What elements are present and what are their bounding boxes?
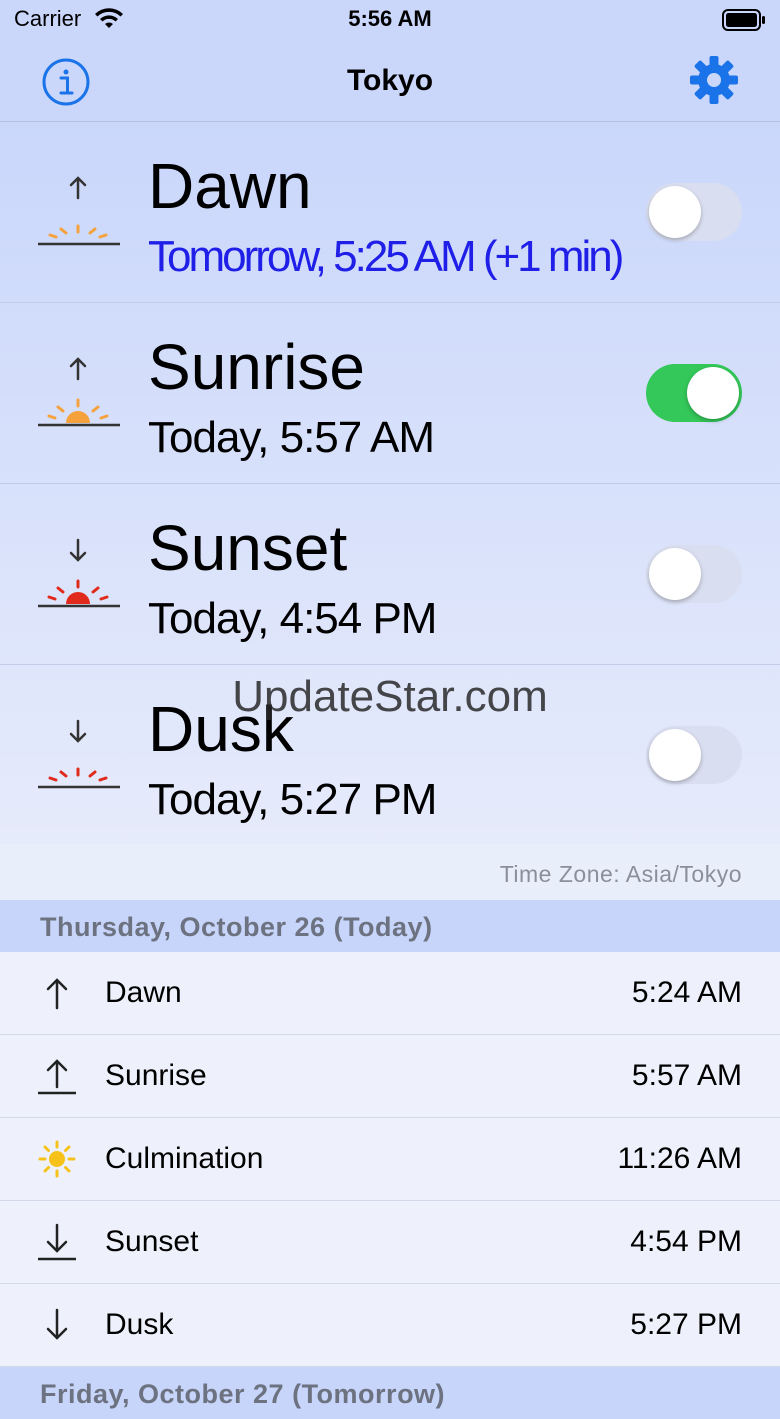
section-header-today: Thursday, October 26 (Today) xyxy=(0,900,780,952)
battery-icon xyxy=(722,9,765,31)
list-item-time: 5:24 AM xyxy=(631,976,742,1009)
toggle-knob xyxy=(649,548,701,600)
list-item-time: 4:54 PM xyxy=(630,1225,742,1258)
dusk-alarm-toggle[interactable] xyxy=(646,726,742,784)
sunrise-alarm-toggle[interactable] xyxy=(646,364,742,422)
list-item-time: 11:26 AM xyxy=(617,1142,742,1175)
event-time: Tomorrow, 5:25 AM (+1 min) xyxy=(148,232,624,281)
sun-icon xyxy=(38,1140,76,1178)
sunset-alarm-toggle[interactable] xyxy=(646,545,742,603)
list-item-sunset: Sunset 4:54 PM xyxy=(0,1201,780,1284)
event-time: Today, 5:57 AM xyxy=(148,413,435,462)
timezone-label: Time Zone: Asia/Tokyo xyxy=(499,861,742,887)
toggle-knob xyxy=(649,186,701,238)
dusk-icon xyxy=(38,719,120,789)
dawn-alarm-toggle[interactable] xyxy=(646,183,742,241)
event-name: Dawn xyxy=(148,150,312,222)
list-item-label: Sunrise xyxy=(105,1059,207,1092)
list-item-time: 5:27 PM xyxy=(630,1308,742,1341)
gear-icon[interactable] xyxy=(688,54,740,106)
section-header-label: Thursday, October 26 (Today) xyxy=(40,912,433,942)
arrow-up-icon xyxy=(46,978,68,1010)
list-item-label: Dawn xyxy=(105,976,182,1009)
status-bar: Carrier 5:56 AM xyxy=(0,0,780,44)
event-row-sunrise: Sunrise Today, 5:57 AM xyxy=(0,303,780,484)
navigation-bar: Tokyo xyxy=(0,44,780,122)
list-item-sunrise: Sunrise 5:57 AM xyxy=(0,1035,780,1118)
list-item-dusk: Dusk 5:27 PM xyxy=(0,1284,780,1367)
list-item-label: Culmination xyxy=(105,1142,264,1175)
section-header-tomorrow: Friday, October 27 (Tomorrow) xyxy=(0,1367,780,1419)
sunset-arrow-icon xyxy=(38,1223,76,1261)
clock: 5:56 AM xyxy=(348,6,432,31)
toggle-knob xyxy=(649,729,701,781)
sunrise-arrow-icon xyxy=(38,1059,76,1095)
event-row-sunset: Sunset Today, 4:54 PM xyxy=(0,484,780,665)
toggle-knob xyxy=(687,367,739,419)
event-time: Today, 5:27 PM xyxy=(148,775,437,824)
list-item-dawn: Dawn 5:24 AM xyxy=(0,952,780,1035)
event-name: Sunset xyxy=(148,512,348,584)
event-time: Today, 4:54 PM xyxy=(148,594,437,643)
watermark: UpdateStar.com xyxy=(232,672,548,721)
list-item-label: Sunset xyxy=(105,1225,199,1258)
list-item-culmination: Culmination 11:26 AM xyxy=(0,1118,780,1201)
event-name: Sunrise xyxy=(148,331,365,403)
list-item-time: 5:57 AM xyxy=(631,1059,742,1092)
city-title: Tokyo xyxy=(346,64,434,97)
arrow-down-icon xyxy=(46,1308,68,1340)
sunrise-icon xyxy=(38,357,120,427)
event-row-dawn: Dawn Tomorrow, 5:25 AM (+1 min) xyxy=(0,122,780,303)
event-alarms-list: Dawn Tomorrow, 5:25 AM (+1 min) Sunrise … xyxy=(0,122,780,846)
timezone-footer: Time Zone: Asia/Tokyo xyxy=(0,845,780,900)
dawn-icon xyxy=(38,176,120,246)
section-header-label: Friday, October 27 (Tomorrow) xyxy=(40,1379,446,1409)
sunset-icon xyxy=(38,538,120,608)
list-item-label: Dusk xyxy=(105,1308,174,1341)
